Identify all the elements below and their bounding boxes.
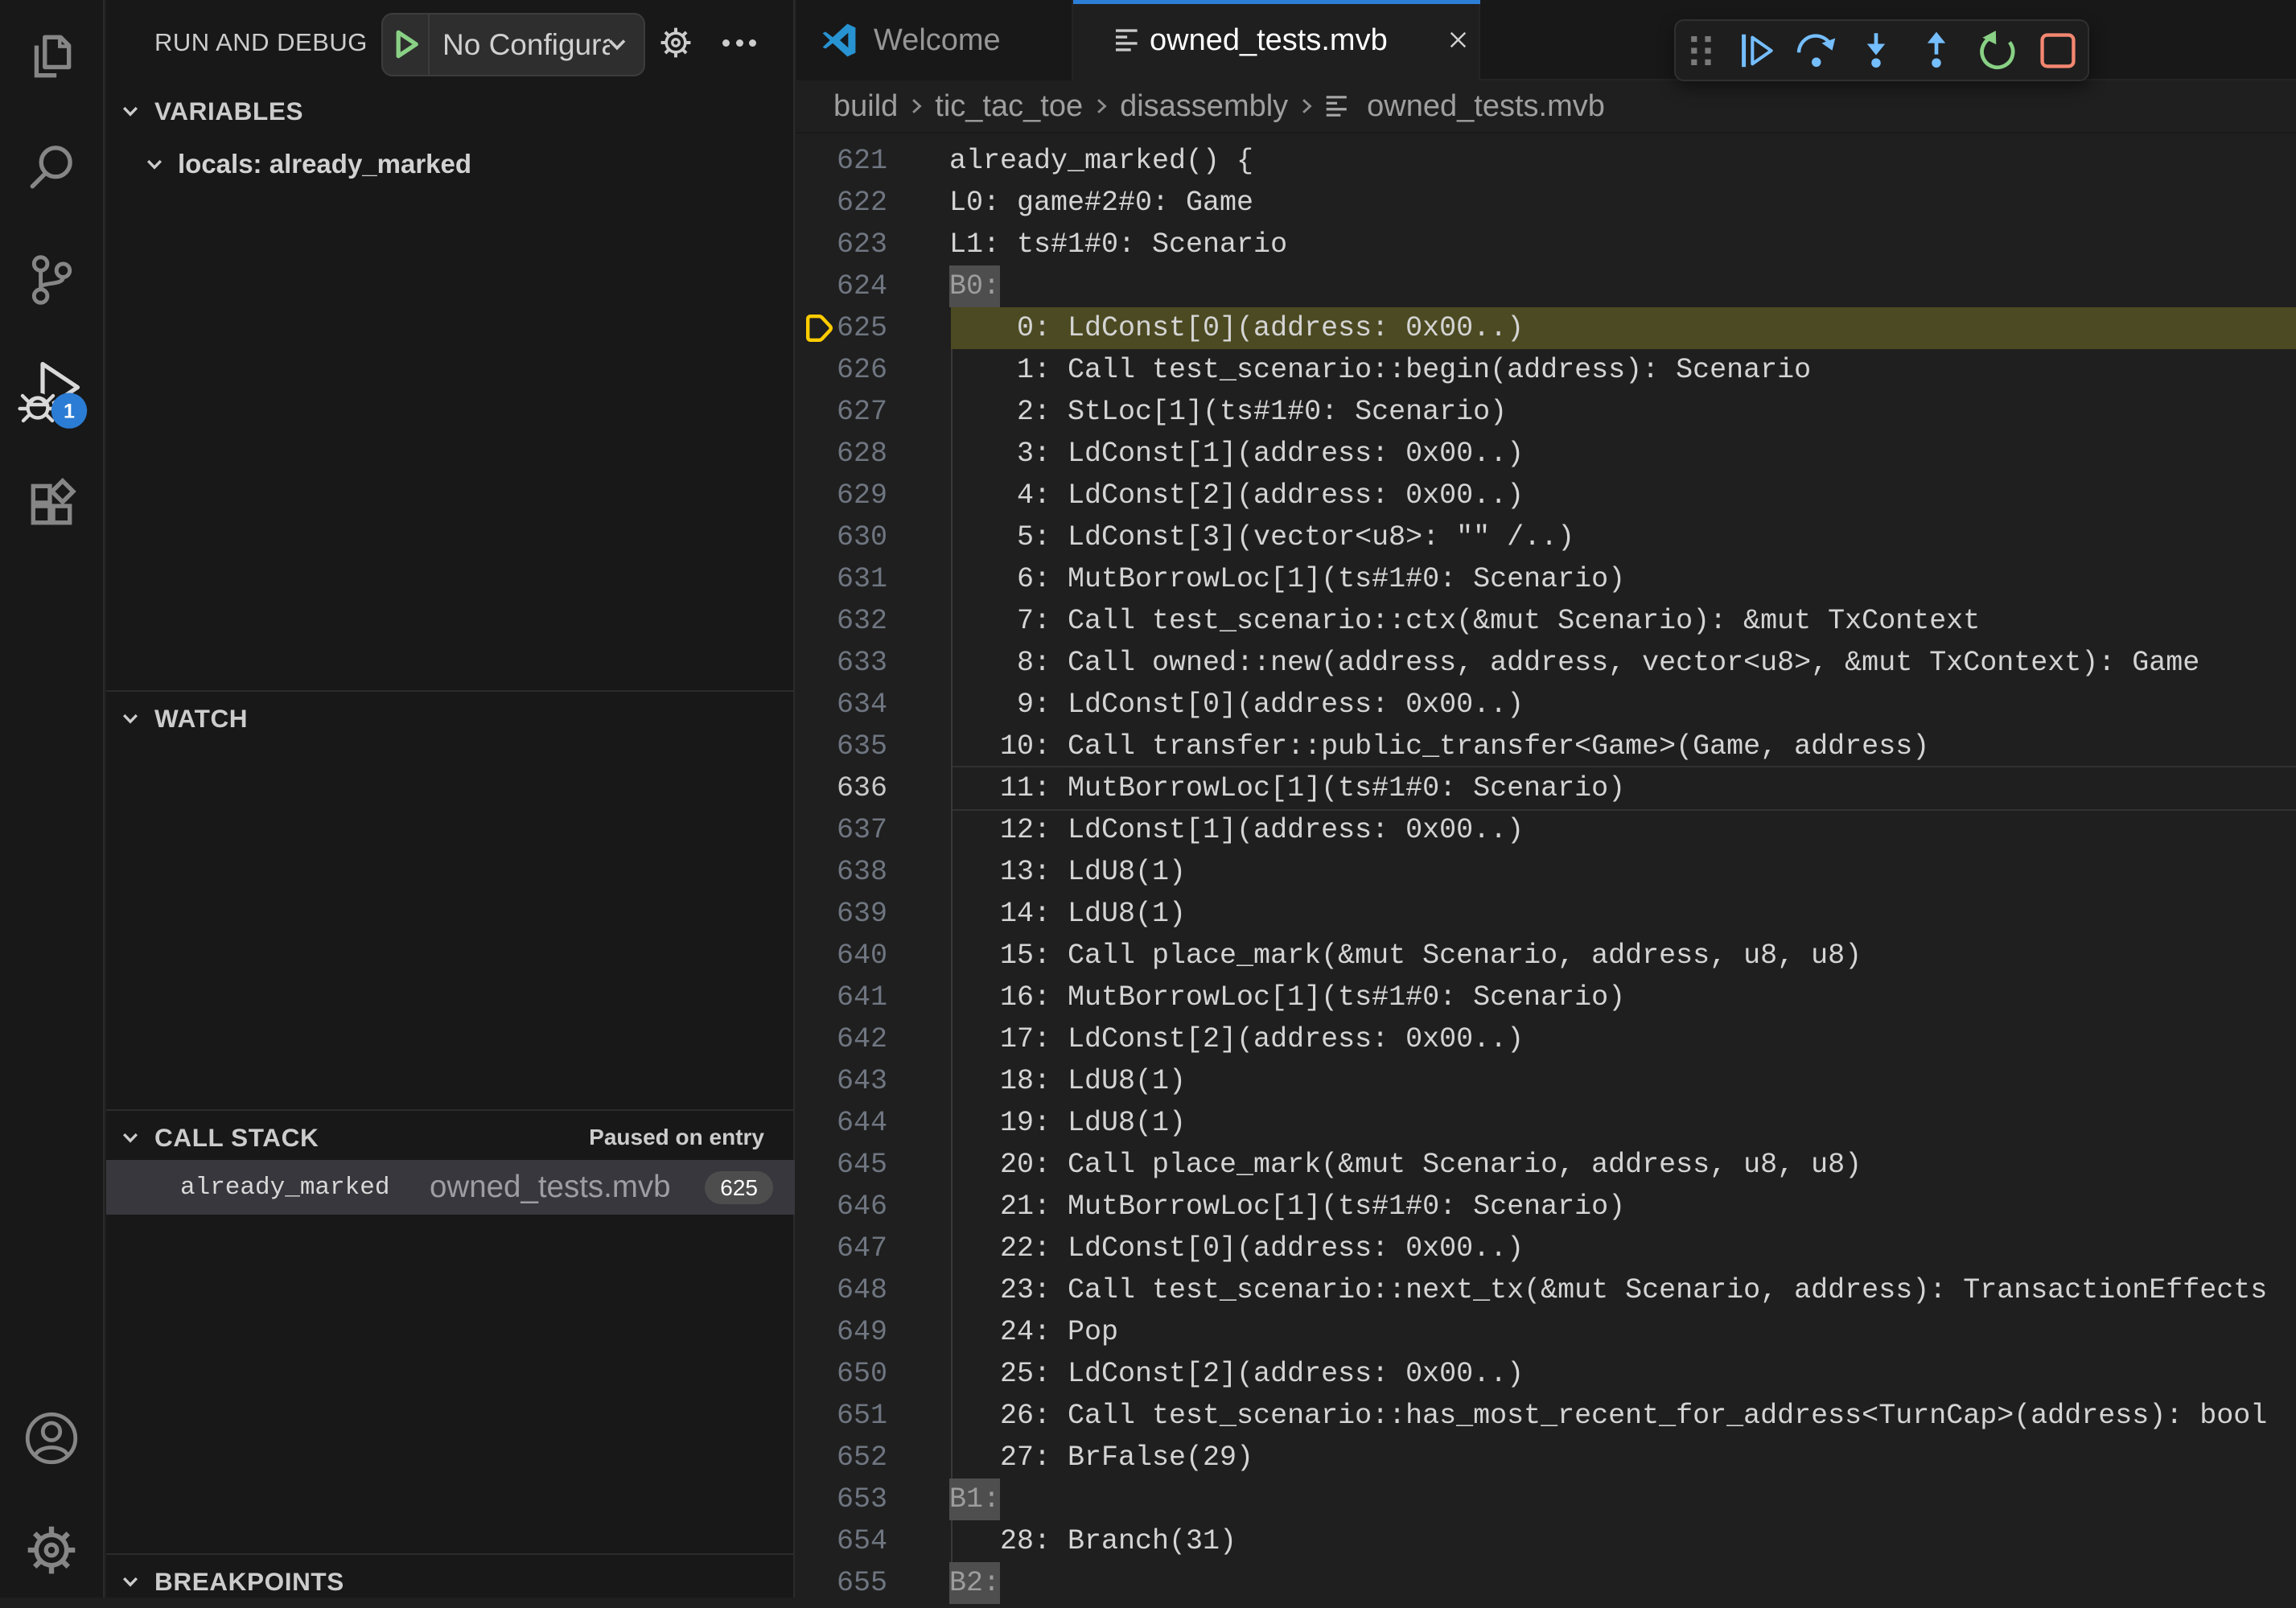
svg-text:1: 1 xyxy=(64,400,75,422)
